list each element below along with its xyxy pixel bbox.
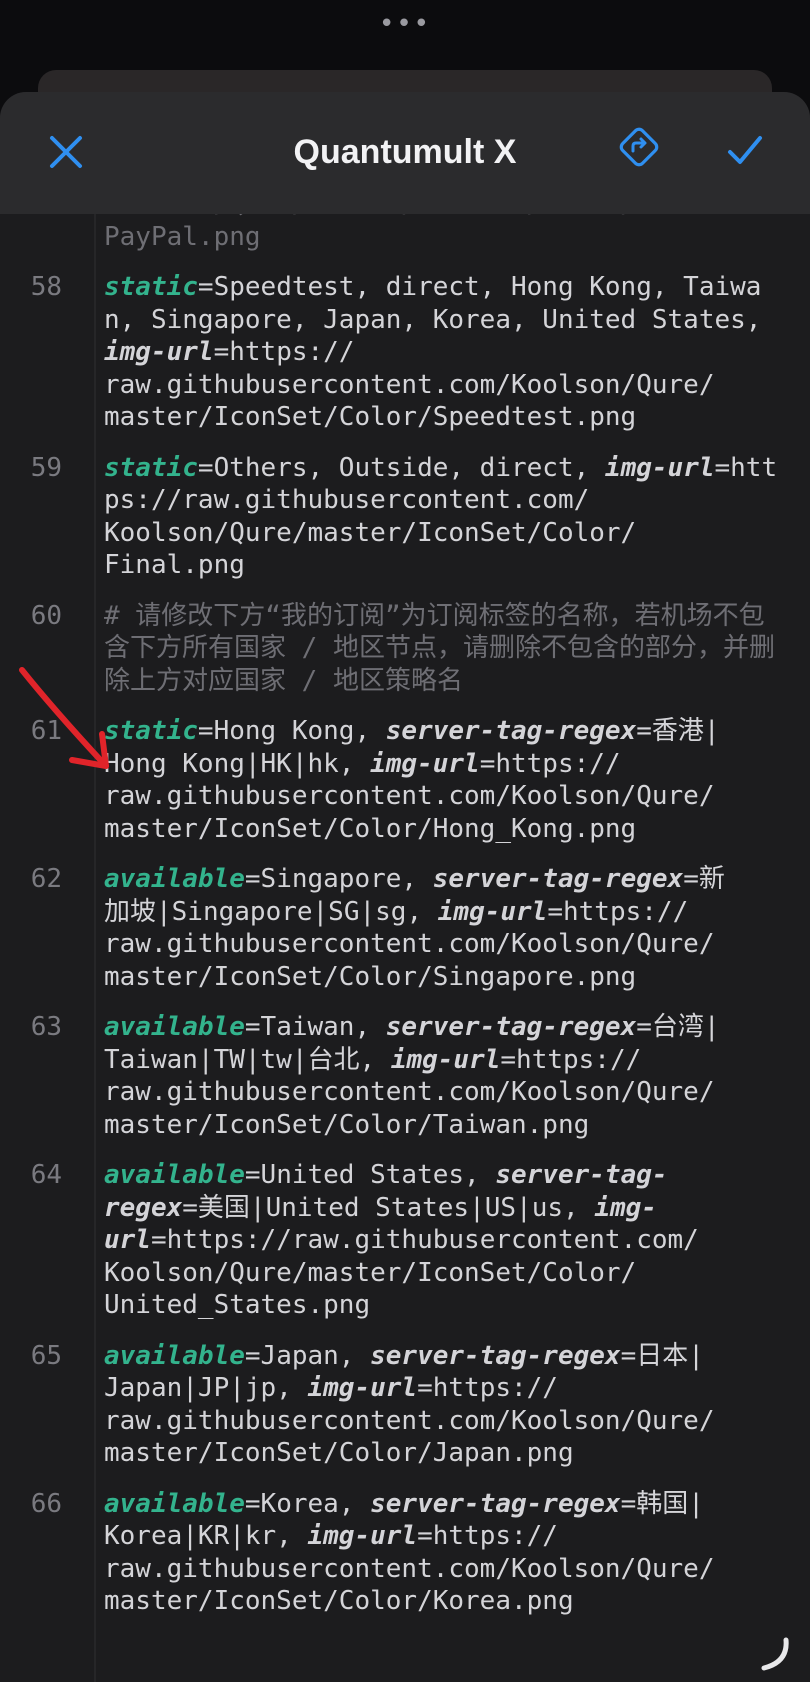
code-text: available=Singapore, server-tag-regex=新 … [84, 863, 780, 993]
line-number: 63 [30, 1012, 62, 1042]
code-line[interactable]: 64 available=United States, server-tag- r… [0, 1159, 810, 1322]
keyword-token: available [104, 1160, 245, 1190]
code-text: available=Japan, server-tag-regex=日本| Ja… [84, 1340, 780, 1470]
confirm-button[interactable] [722, 128, 768, 174]
value-token: =Speedtest, direct, Hong Kong, Taiwan, S… [104, 272, 778, 335]
code-text: available=Taiwan, server-tag-regex=台湾| T… [84, 1011, 780, 1141]
value-token: =Japan, [244, 1340, 371, 1371]
line-number: 59 [30, 452, 62, 483]
share-button[interactable] [614, 122, 664, 172]
page-title: Quantumult X [293, 133, 517, 171]
code-lines: Koolson/Qure/master/IconSet/Color/ PayPa… [0, 188, 810, 1636]
code-line[interactable]: 61 static=Hong Kong, server-tag-regex=香港|… [0, 715, 810, 845]
keyword-token: available [104, 864, 245, 894]
option-token: img-url [390, 1044, 501, 1075]
value-token: =Singapore, [244, 864, 433, 894]
value-token: =https://raw.githubusercontent.com/ Kool… [104, 1225, 699, 1320]
option-token: img-url [307, 1521, 418, 1551]
option-token: server-tag-regex [385, 1012, 637, 1042]
code-line[interactable]: 62 available=Singapore, server-tag-regex=… [0, 863, 810, 993]
option-token: img-url [370, 748, 480, 779]
line-number: 66 [30, 1488, 62, 1519]
editor-sheet: Quantumult X Koolson/Qure/master/IconSet… [0, 92, 810, 1682]
code-line[interactable]: 59 static=Others, Outside, direct, img-ur… [0, 452, 810, 582]
keyword-token: static [104, 272, 198, 302]
option-token: server-tag-regex [432, 864, 684, 894]
code-text: available=Korea, server-tag-regex=韩国| Ko… [84, 1488, 780, 1618]
option-token: img-url [604, 452, 715, 483]
line-number: 62 [30, 864, 62, 894]
code-editor[interactable]: Koolson/Qure/master/IconSet/Color/ PayPa… [0, 189, 810, 1682]
value-token: =Taiwan, [244, 1012, 386, 1042]
option-token: img-url [307, 1373, 418, 1403]
code-text: static=Speedtest, direct, Hong Kong, Tai… [84, 271, 780, 434]
code-text: # 请修改下方“我的订阅”为订阅标签的名称，若机场不包含下方所有国家 / 地区节… [84, 600, 780, 698]
value-token: =United States, [244, 1160, 496, 1190]
code-line[interactable]: 58 static=Speedtest, direct, Hong Kong, T… [0, 271, 810, 434]
keyword-token: available [104, 1488, 245, 1519]
option-token: img-url [437, 896, 548, 927]
line-number: 64 [30, 1160, 62, 1190]
code-line[interactable]: 63 available=Taiwan, server-tag-regex=台湾|… [0, 1011, 810, 1141]
option-token: server-tag-regex [370, 1340, 621, 1371]
code-line[interactable]: 66 available=Korea, server-tag-regex=韩国| … [0, 1488, 810, 1618]
code-text: static=Others, Outside, direct, img-url=… [84, 452, 780, 582]
keyword-token: static [104, 716, 198, 746]
value-token: =Others, Outside, direct, [197, 452, 605, 483]
keyword-token: static [104, 452, 198, 483]
option-token: img-url [104, 337, 214, 367]
checkmark-icon [728, 136, 762, 164]
red-arrow-annotation [19, 667, 109, 769]
comment-token: # 请修改下方“我的订阅”为订阅标签的名称，若机场不包含下方所有国家 / 地区节… [104, 600, 775, 696]
resize-handle-icon [761, 1637, 789, 1671]
line-number: 65 [30, 1340, 62, 1371]
line-number: 58 [30, 272, 62, 302]
share-icon [619, 127, 659, 167]
option-token: server-tag-regex [385, 716, 637, 746]
value-token: =美国|United States|US|us, [182, 1192, 595, 1223]
value-token: =Korea, [244, 1488, 371, 1519]
code-line[interactable]: 60 # 请修改下方“我的订阅”为订阅标签的名称，若机场不包含下方所有国家 / 地… [0, 600, 810, 698]
code-line[interactable]: 65 available=Japan, server-tag-regex=日本| … [0, 1340, 810, 1470]
value-token: =Hong Kong, [197, 716, 386, 746]
code-text: available=United States, server-tag- reg… [84, 1159, 780, 1322]
keyword-token: available [104, 1340, 245, 1371]
nav-bar: Quantumult X [0, 92, 810, 214]
option-token: server-tag-regex [370, 1488, 621, 1519]
code-text: static=Hong Kong, server-tag-regex=香港| H… [84, 715, 780, 845]
drag-handle[interactable]: ••• [0, 11, 810, 37]
keyword-token: available [104, 1012, 245, 1042]
